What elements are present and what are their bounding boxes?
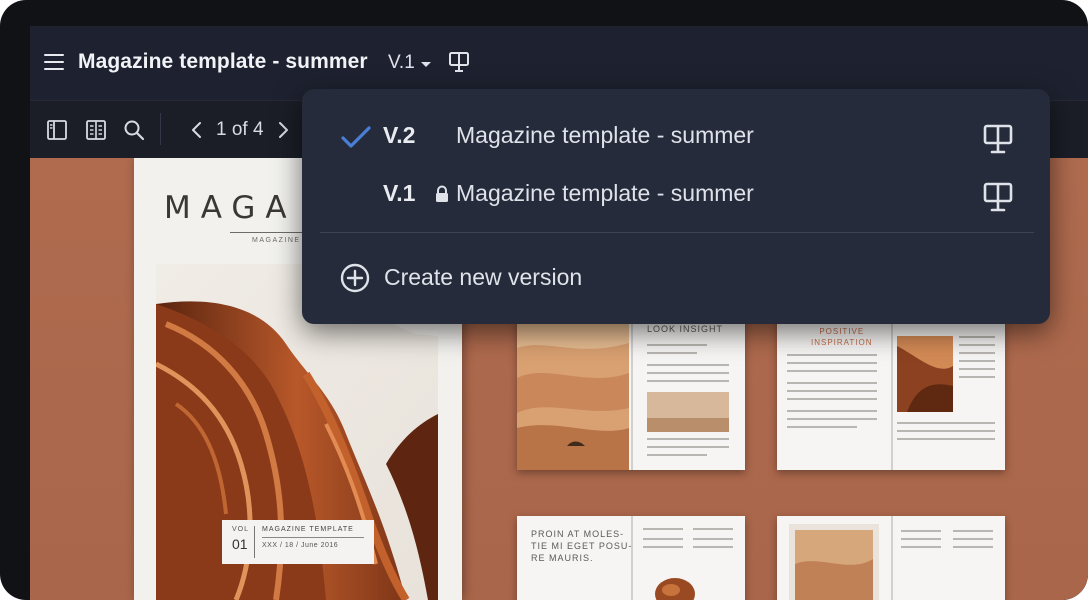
magazine-spread-2: POSITIVE INSPIRATION	[777, 318, 1005, 470]
text-line	[787, 390, 877, 392]
chevron-left-icon[interactable]	[186, 119, 208, 141]
plus-circle-icon	[340, 263, 370, 293]
spread-3-heading-text: PROIN AT MOLES- TIE MI EGET POSU- RE MAU…	[531, 529, 633, 563]
text-line	[959, 376, 995, 378]
spread-4-desert-photo	[789, 524, 879, 600]
text-line	[647, 344, 707, 346]
text-line	[693, 538, 733, 540]
toolbar-divider	[160, 113, 161, 145]
text-line	[901, 530, 941, 532]
spread-2-heading: POSITIVE INSPIRATION	[811, 326, 873, 348]
text-line	[787, 382, 877, 384]
menu-icon[interactable]	[44, 54, 64, 70]
present-icon[interactable]	[982, 181, 1014, 213]
text-line	[787, 418, 877, 420]
text-line	[897, 422, 995, 424]
cover-vol-label: VOL	[232, 526, 250, 533]
text-line	[693, 546, 733, 548]
caret-down-icon	[420, 61, 431, 67]
text-line	[643, 538, 683, 540]
present-icon[interactable]	[982, 123, 1014, 155]
menu-divider	[320, 232, 1034, 233]
text-line	[647, 372, 729, 374]
spread-fold	[891, 318, 893, 470]
text-line	[959, 352, 995, 354]
spread-fold	[631, 318, 633, 470]
text-line	[787, 410, 877, 412]
text-line	[693, 528, 733, 530]
search-icon[interactable]	[123, 119, 145, 141]
text-line	[787, 362, 877, 364]
text-line	[959, 336, 995, 338]
magazine-spread-1: LOOK INSIGHT	[517, 318, 745, 470]
text-line	[953, 538, 993, 540]
window-frame: Magazine template - summer V.1 1 of 4 MA…	[0, 0, 1088, 600]
version-item-v1[interactable]: V.1 Magazine template - summer	[302, 165, 1050, 221]
version-item-v2-name: Magazine template - summer	[456, 122, 754, 148]
version-selector-button[interactable]: V.1	[388, 51, 431, 75]
version-item-v2[interactable]: V.2 Magazine template - summer	[302, 107, 1050, 163]
page-grid-icon[interactable]	[85, 119, 107, 141]
desert-dunes-image	[517, 318, 629, 470]
version-selector-label: V.1	[388, 52, 415, 73]
magazine-spread-3: PROIN AT MOLES- TIE MI EGET POSU- RE MAU…	[517, 516, 745, 600]
text-line	[897, 438, 995, 440]
cover-label-divider	[254, 526, 255, 558]
cover-label-title: MAGAZINE TEMPLATE	[262, 526, 354, 533]
spread-1-small-photo	[647, 392, 729, 432]
text-line	[647, 438, 729, 440]
version-item-v1-name: Magazine template - summer	[456, 180, 754, 206]
version-item-v1-number: V.1	[383, 180, 416, 206]
spread-fold	[891, 516, 893, 600]
page-navigator: 1 of 4	[186, 117, 294, 143]
create-new-version-label: Create new version	[384, 264, 583, 290]
lock-icon	[436, 185, 448, 202]
text-line	[897, 430, 995, 432]
cover-title: MAGA	[164, 190, 297, 226]
version-item-v2-number: V.2	[383, 122, 416, 148]
chevron-right-icon[interactable]	[272, 119, 294, 141]
document-title: Magazine template - summer	[78, 50, 368, 73]
text-line	[901, 546, 941, 548]
cover-issue-label: VOL 01 MAGAZINE TEMPLATE XXX / 18 / June…	[222, 520, 374, 564]
text-line	[959, 344, 995, 346]
text-line	[787, 426, 857, 428]
magazine-spread-4	[777, 516, 1005, 600]
text-line	[787, 398, 877, 400]
present-icon[interactable]	[448, 51, 470, 73]
text-line	[959, 368, 995, 370]
text-line	[643, 546, 683, 548]
text-line	[901, 538, 941, 540]
text-line	[787, 370, 877, 372]
cover-label-rule	[262, 537, 364, 538]
spread-2-canyon-photo	[897, 336, 953, 412]
spread-3-heading: PROIN AT MOLES- TIE MI EGET POSU- RE MAU…	[531, 528, 632, 564]
text-line	[647, 364, 729, 366]
sidebar-panel-icon[interactable]	[46, 119, 68, 141]
text-line	[959, 360, 995, 362]
text-line	[647, 454, 707, 456]
spread-1-heading: LOOK INSIGHT	[647, 324, 724, 334]
text-line	[647, 352, 697, 354]
spread-2-heading-text: POSITIVE INSPIRATION	[811, 327, 873, 347]
text-line	[647, 380, 729, 382]
version-dropdown-menu: V.2 Magazine template - summer V.1 Magaz…	[302, 89, 1050, 324]
checkmark-icon	[341, 126, 371, 148]
text-line	[953, 530, 993, 532]
text-line	[647, 446, 729, 448]
text-line	[953, 546, 993, 548]
cover-vol-number: 01	[232, 536, 248, 552]
page-indicator: 1 of 4	[216, 119, 264, 140]
cover-label-date: XXX / 18 / June 2016	[262, 542, 339, 549]
create-new-version-button[interactable]: Create new version	[302, 247, 1050, 305]
spread-3-rock-photo	[655, 578, 695, 600]
text-line	[643, 528, 683, 530]
text-line	[787, 354, 877, 356]
